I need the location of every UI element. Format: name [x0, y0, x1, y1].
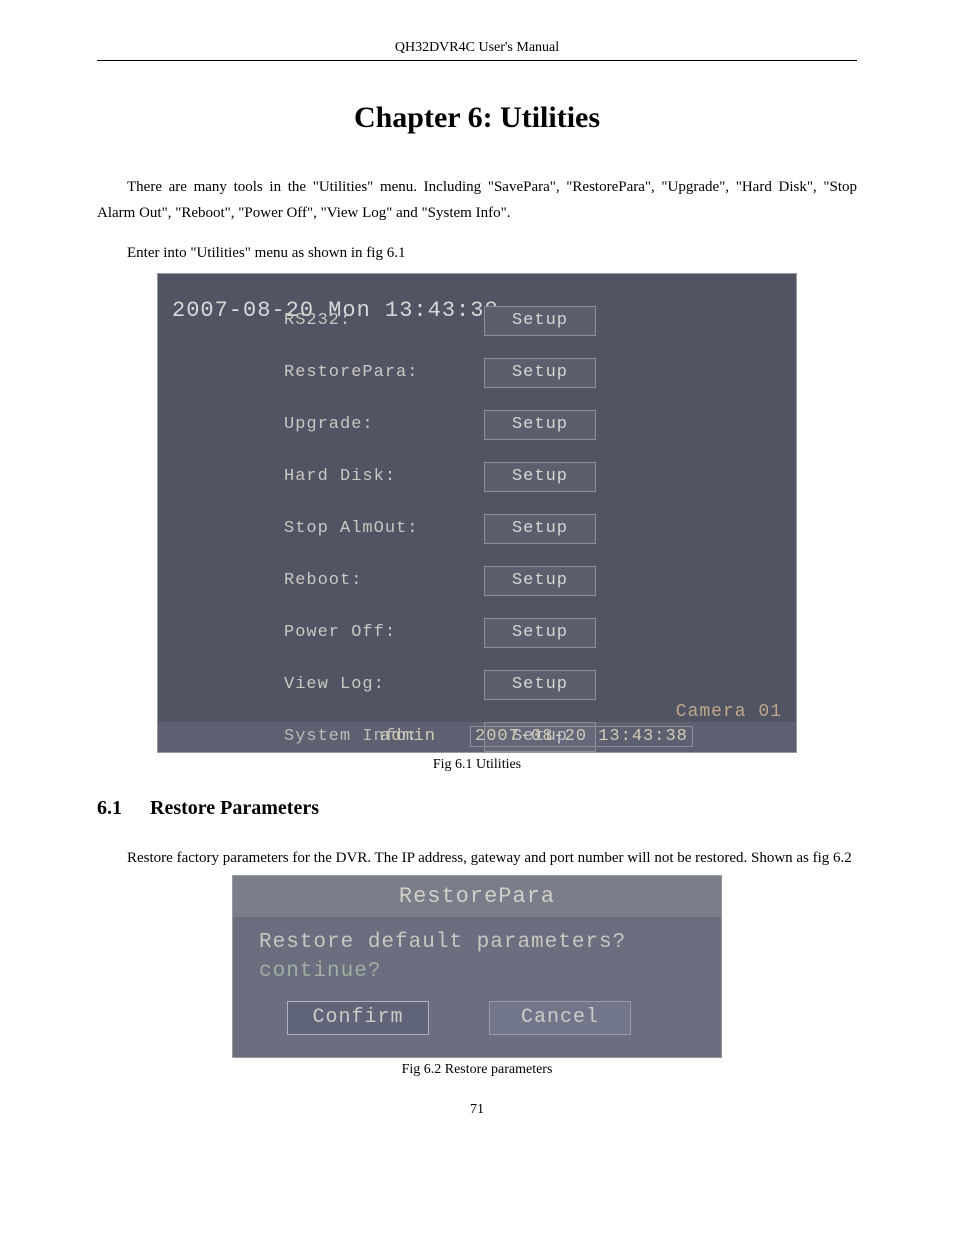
setup-button-harddisk[interactable]: Setup [484, 462, 596, 492]
label-harddisk: Hard Disk: [284, 467, 484, 486]
menu-row-restorepara: RestorePara: Setup [284, 358, 756, 388]
label-rs232: RS232: [284, 311, 484, 330]
status-user: admin [380, 727, 436, 746]
section-title-text: Restore Parameters [150, 797, 319, 819]
figure-6-1-utilities-screen: 2007-08-20 Mon 13:43:38 RS232: Setup Res… [157, 273, 797, 753]
label-upgrade: Upgrade: [284, 415, 484, 434]
page-number: 71 [97, 1102, 857, 1118]
label-reboot: Reboot: [284, 571, 484, 590]
menu-row-reboot: Reboot: Setup [284, 566, 756, 596]
menu-row-stopalmout: Stop AlmOut: Setup [284, 514, 756, 544]
menu-row-rs232: RS232: Setup [284, 306, 756, 336]
menu-row-harddisk: Hard Disk: Setup [284, 462, 756, 492]
label-stopalmout: Stop AlmOut: [284, 519, 484, 538]
menu-row-poweroff: Power Off: Setup [284, 618, 756, 648]
osd-camera-overlay: Camera 01 [676, 702, 782, 722]
setup-button-reboot[interactable]: Setup [484, 566, 596, 596]
menu-row-viewlog: View Log: Setup [284, 670, 756, 700]
intro-paragraph: There are many tools in the "Utilities" … [97, 175, 857, 226]
dialog-message-line2: continue? [259, 960, 695, 983]
dialog-message-line1: Restore default parameters? [259, 931, 695, 954]
setup-button-upgrade[interactable]: Setup [484, 410, 596, 440]
section-number: 6.1 [97, 797, 145, 820]
cancel-button[interactable]: Cancel [489, 1001, 631, 1035]
dialog-body: Restore default parameters? continue? Co… [233, 917, 721, 1057]
label-poweroff: Power Off: [284, 623, 484, 642]
setup-button-restorepara[interactable]: Setup [484, 358, 596, 388]
chapter-title: Chapter 6: Utilities [97, 101, 857, 135]
section-6-1-paragraph: Restore factory parameters for the DVR. … [97, 846, 857, 872]
dialog-button-row: Confirm Cancel [259, 1001, 695, 1035]
section-6-1-heading: 6.1 Restore Parameters [97, 797, 857, 820]
enter-instruction: Enter into "Utilities" menu as shown in … [97, 241, 857, 267]
figure-6-2-caption: Fig 6.2 Restore parameters [97, 1062, 857, 1078]
setup-button-stopalmout[interactable]: Setup [484, 514, 596, 544]
label-viewlog: View Log: [284, 675, 484, 694]
figure-6-2-restorepara-dialog: RestorePara Restore default parameters? … [232, 875, 722, 1058]
setup-button-poweroff[interactable]: Setup [484, 618, 596, 648]
page-header: QH32DVR4C User's Manual [97, 40, 857, 61]
status-bar: admin 2007-08-20 13:43:38 [158, 722, 796, 752]
dialog-title: RestorePara [233, 876, 721, 917]
status-datetime: 2007-08-20 13:43:38 [470, 726, 693, 747]
confirm-button[interactable]: Confirm [287, 1001, 429, 1035]
label-restorepara: RestorePara: [284, 363, 484, 382]
menu-row-upgrade: Upgrade: Setup [284, 410, 756, 440]
setup-button-rs232[interactable]: Setup [484, 306, 596, 336]
setup-button-viewlog[interactable]: Setup [484, 670, 596, 700]
